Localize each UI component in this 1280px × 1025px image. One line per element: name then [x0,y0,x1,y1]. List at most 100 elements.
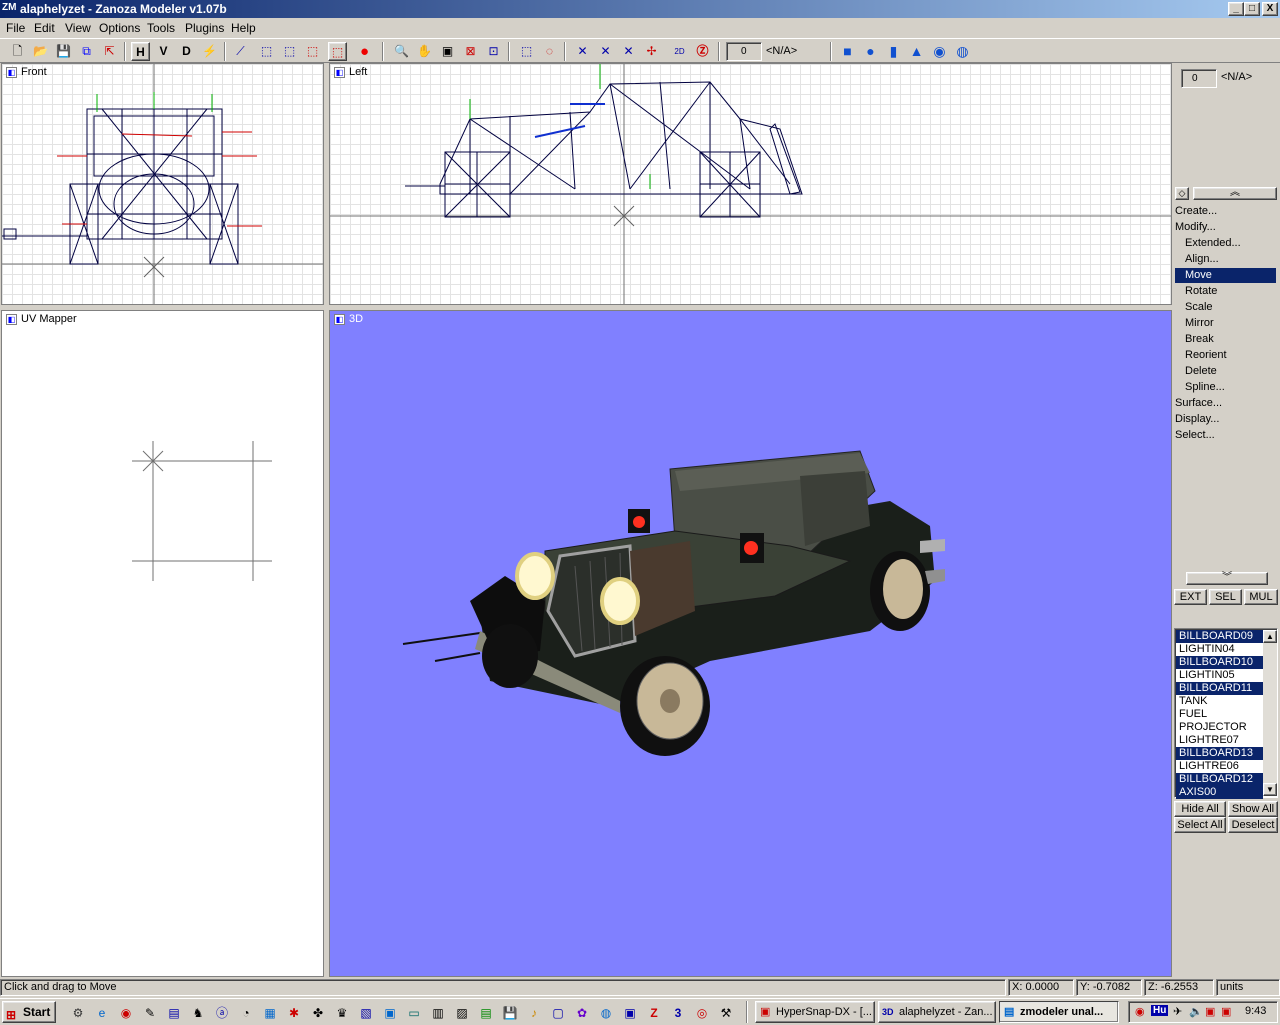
object-list-item[interactable]: PROJECTOR [1176,721,1263,734]
link-icon[interactable]: ⟋ [231,42,250,61]
tube-primitive-icon[interactable]: ◍ [953,42,972,61]
zoom-region-icon[interactable]: ⊠ [461,42,480,61]
object-list-item[interactable]: BILLBOARD11 [1176,682,1263,695]
object-list-item[interactable]: AXIS00 [1176,786,1263,799]
quicklaunch-icon-7[interactable]: ⓐ [214,1005,230,1021]
select-all-button[interactable]: Select All [1174,817,1226,833]
scroll-down-arrow-icon[interactable]: ▼ [1263,783,1277,796]
z-axis-icon[interactable]: Ⓩ [693,42,712,61]
menu-plugins[interactable]: Plugins [185,21,224,35]
scroll-up-icon[interactable]: ︽ [1193,187,1277,200]
quicklaunch-icon-1[interactable]: ⚙ [70,1005,86,1021]
object-list-scrollbar[interactable]: ▲ ▼ [1263,630,1277,796]
quicklaunch-icon-17[interactable]: ▨ [454,1005,470,1021]
task-zmodeler-doc[interactable]: ▤ zmodeler unal... [999,1001,1119,1023]
menu-help[interactable]: Help [231,21,256,35]
front-viewport[interactable]: ◧ Front [1,63,324,305]
quicklaunch-icon-6[interactable]: ♞ [190,1005,206,1021]
quicklaunch-icon-21[interactable]: ▢ [550,1005,566,1021]
quicklaunch-icon-16[interactable]: ▥ [430,1005,446,1021]
cone-primitive-icon[interactable]: ▲ [907,42,926,61]
menu-options[interactable]: Options [99,21,140,35]
scroll-down-icon[interactable]: ︾ [1186,572,1268,585]
quicklaunch-icon-10[interactable]: ✱ [286,1005,302,1021]
quicklaunch-icon-19[interactable]: 💾 [502,1005,518,1021]
minimize-button[interactable]: _ [1228,2,1244,16]
quicklaunch-icon-8[interactable]: ◔ [238,1005,254,1021]
box-primitive-icon[interactable]: ■ [838,42,857,61]
2d-3d-toggle-icon[interactable]: 2D [670,42,689,61]
object-list-item[interactable]: LIGHTRE07 [1176,734,1263,747]
render-sphere-icon[interactable]: ● [355,42,374,61]
pan-hand-icon[interactable]: ✋ [415,42,434,61]
quicklaunch-icon-11[interactable]: ✤ [310,1005,326,1021]
face-tool-icon[interactable]: ✕ [619,42,638,61]
tray-icon-1[interactable]: ◉ [1135,1005,1145,1018]
deselect-button[interactable]: Deselect [1228,817,1278,833]
close-button[interactable]: X [1262,2,1278,16]
volume-icon[interactable]: 🔈 [1189,1005,1203,1018]
scroll-up-arrow-icon[interactable]: ▲ [1263,630,1277,643]
quicklaunch-icon-5[interactable]: ▤ [166,1005,182,1021]
quicklaunch-icon-13[interactable]: ▧ [358,1005,374,1021]
uv-mapper-viewport[interactable]: ◧ UV Mapper [1,310,324,977]
command-rotate[interactable]: Rotate [1175,284,1276,299]
quicklaunch-icon-27[interactable]: ◎ [694,1005,710,1021]
sphere-primitive-icon[interactable]: ● [861,42,880,61]
quicklaunch-icon-26[interactable]: 3 [670,1005,686,1021]
camera-icon[interactable]: ⊡ [484,42,503,61]
save-icon[interactable]: 💾 [54,42,73,61]
ie-icon[interactable]: e [94,1005,110,1021]
zoom-icon[interactable]: 🔍 [392,42,411,61]
object-list-item[interactable]: BILLBOARD10 [1176,656,1263,669]
sel-button[interactable]: SEL [1209,589,1242,605]
object-list-item[interactable]: FUEL [1176,708,1263,721]
task-hypersnap[interactable]: ▣ HyperSnap-DX - [... [755,1001,875,1023]
quicklaunch-icon-24[interactable]: ▣ [622,1005,638,1021]
quicklaunch-icon-14[interactable]: ▣ [382,1005,398,1021]
cube-front-icon[interactable]: ⬚ [257,42,276,61]
new-file-icon[interactable]: 🗋 [8,42,27,61]
cube-3d-icon[interactable]: ⬚ [328,42,347,61]
cube-top-icon[interactable]: ⬚ [303,42,322,61]
hide-all-button[interactable]: Hide All [1174,801,1226,817]
quicklaunch-icon-3[interactable]: ◉ [118,1005,134,1021]
command-extended[interactable]: Extended... [1175,236,1276,251]
object-list-item[interactable]: BILLBOARD13 [1176,747,1263,760]
open-folder-icon[interactable]: 📂 [31,42,50,61]
ext-button[interactable]: EXT [1174,589,1207,605]
axis-tool-icon[interactable]: ✢ [642,42,661,61]
magic-wand-icon[interactable]: ⚡ [200,42,219,61]
tray-icon-5[interactable]: ▣ [1205,1005,1215,1018]
menu-edit[interactable]: Edit [34,21,55,35]
start-button[interactable]: ⊞ Start [2,1001,56,1023]
edge-tool-icon[interactable]: ✕ [596,42,615,61]
task-zanoza[interactable]: 3D alaphelyzet - Zan... [878,1001,996,1023]
command-delete[interactable]: Delete [1175,364,1276,379]
menu-file[interactable]: File [6,21,25,35]
language-indicator[interactable]: Hu [1151,1005,1169,1016]
mul-button[interactable]: MUL [1244,589,1278,605]
panel-na-spinner[interactable]: 0 [1181,69,1217,88]
command-spline[interactable]: Spline... [1175,380,1276,395]
command-break[interactable]: Break [1175,332,1276,347]
zoom-extents-icon[interactable]: ▣ [438,42,457,61]
object-list-item[interactable]: TANK [1176,695,1263,708]
command-surface[interactable]: Surface... [1175,396,1276,411]
quicklaunch-icon-12[interactable]: ♛ [334,1005,350,1021]
menu-view[interactable]: View [65,21,91,35]
torus-primitive-icon[interactable]: ◉ [930,42,949,61]
object-list-item[interactable]: LIGHTIN04 [1176,643,1263,656]
menu-tools[interactable]: Tools [147,21,175,35]
merge-icon[interactable]: ⧉ [77,42,96,61]
quicklaunch-icon-9[interactable]: ▦ [262,1005,278,1021]
export-icon[interactable]: ⇱ [100,42,119,61]
quicklaunch-icon-23[interactable]: ◍ [598,1005,614,1021]
quicklaunch-icon-15[interactable]: ▭ [406,1005,422,1021]
quicklaunch-icon-25[interactable]: Z [646,1005,662,1021]
select-circle-icon[interactable]: ◌ [540,42,559,61]
command-scale[interactable]: Scale [1175,300,1276,315]
object-list-item[interactable]: LIGHTRE06 [1176,760,1263,773]
show-all-button[interactable]: Show All [1228,801,1278,817]
left-viewport[interactable]: ◧ Left [329,63,1172,305]
